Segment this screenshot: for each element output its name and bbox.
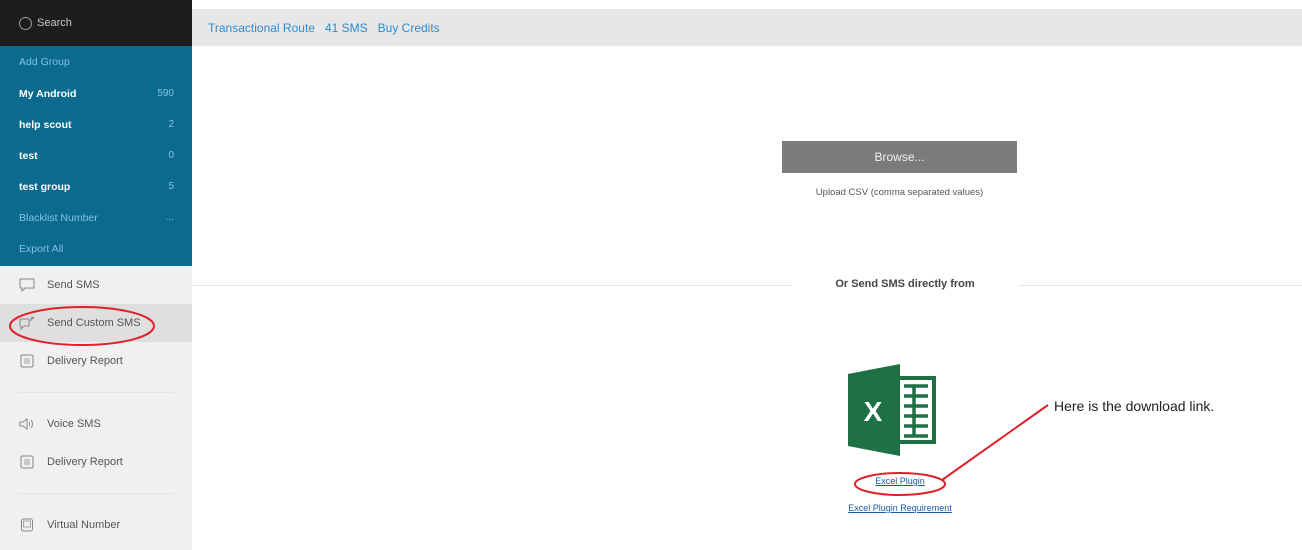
group-count: 5: [168, 181, 174, 192]
menu-item-label: Delivery Report: [47, 456, 123, 468]
menu-item-label: Virtual Number: [47, 519, 121, 531]
buy-credits-link[interactable]: Buy Credits: [378, 21, 440, 35]
excel-plugin-link[interactable]: Excel Plugin: [856, 476, 944, 486]
menu-divider: [18, 392, 174, 393]
excel-plugin-requirement-link[interactable]: Excel Plugin Requirement: [830, 503, 970, 513]
search-icon: [19, 16, 32, 30]
menu-item-send-sms[interactable]: Send SMS: [0, 266, 192, 304]
transactional-route-link[interactable]: Transactional Route: [208, 21, 315, 35]
sidebar: Search Add Group My Android 590 help sco…: [0, 0, 192, 550]
group-label: test group: [19, 180, 71, 193]
document-icon: [19, 455, 35, 469]
group-label: Export All: [19, 242, 64, 255]
group-item-my-android[interactable]: My Android 590: [0, 78, 192, 109]
group-count: 0: [168, 150, 174, 161]
search-placeholder: Search: [37, 17, 72, 29]
menu-item-label: Delivery Report: [47, 355, 123, 367]
menu-item-delivery-report-voice[interactable]: Delivery Report: [0, 443, 192, 481]
speaker-icon: [19, 417, 35, 431]
export-all-link[interactable]: Export All: [0, 233, 192, 264]
group-label: Blacklist Number: [19, 211, 98, 224]
menu-divider: [18, 493, 174, 494]
blacklist-number-link[interactable]: Blacklist Number ...: [0, 202, 192, 233]
svg-text:X: X: [864, 396, 883, 427]
browse-button[interactable]: Browse...: [782, 141, 1017, 173]
groups-panel: Add Group My Android 590 help scout 2 te…: [0, 46, 192, 266]
speech-bubble-icon: [19, 278, 35, 292]
document-icon: [19, 354, 35, 368]
menu-item-send-custom-sms[interactable]: Send Custom SMS: [0, 304, 192, 342]
group-item-help-scout[interactable]: help scout 2: [0, 109, 192, 140]
menu-item-label: Send Custom SMS: [47, 317, 141, 329]
menu-item-delivery-report[interactable]: Delivery Report: [0, 342, 192, 380]
menu-item-label: Send SMS: [47, 279, 100, 291]
section-divider: [1018, 285, 1302, 286]
group-count: ...: [165, 212, 174, 223]
top-bar: Transactional Route 41 SMS Buy Credits: [192, 9, 1302, 46]
menu-item-label: Voice SMS: [47, 418, 101, 430]
upload-hint: Upload CSV (comma separated values): [815, 187, 984, 198]
annotation-arrow-line: [941, 404, 1049, 481]
annotation-text: Here is the download link.: [1054, 398, 1215, 414]
excel-icon[interactable]: X: [848, 364, 938, 456]
phone-icon: [19, 518, 35, 532]
group-label: help scout: [19, 118, 72, 131]
group-count: 2: [168, 119, 174, 130]
group-label: Add Group: [19, 56, 70, 68]
menu-item-voice-sms[interactable]: Voice SMS: [0, 405, 192, 443]
annotation-overlay: [9, 306, 1049, 496]
edit-bubble-icon: [19, 316, 35, 330]
or-send-heading: Or Send SMS directly from: [835, 278, 975, 290]
sms-count: 41 SMS: [324, 20, 368, 35]
menu-item-virtual-number[interactable]: Virtual Number: [0, 506, 192, 544]
group-label: My Android: [19, 87, 77, 100]
group-item-test-group[interactable]: test group 5: [0, 171, 192, 202]
add-group-link[interactable]: Add Group: [0, 46, 192, 78]
search-box[interactable]: Search: [0, 0, 192, 46]
section-divider: [192, 285, 792, 286]
group-count: 590: [157, 88, 174, 99]
group-item-test[interactable]: test 0: [0, 140, 192, 171]
group-label: test: [19, 149, 38, 162]
